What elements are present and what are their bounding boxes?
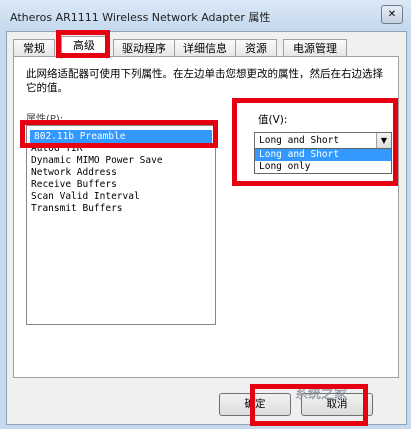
- window-title: Atheros AR1111 Wireless Network Adapter …: [10, 11, 271, 24]
- property-item[interactable]: AutoG TIR: [27, 143, 215, 155]
- property-item[interactable]: Transmit Buffers: [27, 203, 215, 215]
- property-label: 属性(P):: [26, 114, 64, 125]
- property-item[interactable]: Dynamic MIMO Power Save: [27, 155, 215, 167]
- property-item[interactable]: Scan Valid Interval: [27, 191, 215, 203]
- property-item[interactable]: Network Address: [27, 167, 215, 179]
- value-dropdown-list[interactable]: Long and Short Long only: [254, 148, 392, 174]
- chevron-down-icon[interactable]: ▼: [376, 133, 391, 149]
- dropdown-option[interactable]: Long and Short: [255, 149, 391, 161]
- panel-description: 此网络适配器可使用下列属性。在左边单击您想更改的属性，然后在右边选择它的值。: [26, 68, 383, 94]
- dropdown-option[interactable]: Long only: [255, 161, 391, 173]
- ok-button[interactable]: 确定: [219, 393, 291, 416]
- value-select-text: Long and Short: [259, 135, 340, 146]
- property-item[interactable]: 802.11b Preamble: [30, 130, 212, 143]
- properties-dialog: 常规 高级 驱动程序 详细信息 资源 电源管理 此网络适配器可使用下列属性。在左…: [6, 31, 407, 425]
- close-button[interactable]: ✕: [381, 5, 403, 24]
- title-bar: Atheros AR1111 Wireless Network Adapter …: [0, 0, 411, 30]
- advanced-panel: 此网络适配器可使用下列属性。在左边单击您想更改的属性，然后在右边选择它的值。 属…: [13, 56, 399, 378]
- property-list[interactable]: 802.11b Preamble AutoG TIR Dynamic MIMO …: [26, 125, 216, 325]
- watermark-logo: 系统之家: [295, 387, 348, 402]
- tab-advanced[interactable]: 高级: [61, 36, 107, 59]
- value-label: 值(V):: [258, 114, 288, 126]
- property-item[interactable]: Receive Buffers: [27, 179, 215, 191]
